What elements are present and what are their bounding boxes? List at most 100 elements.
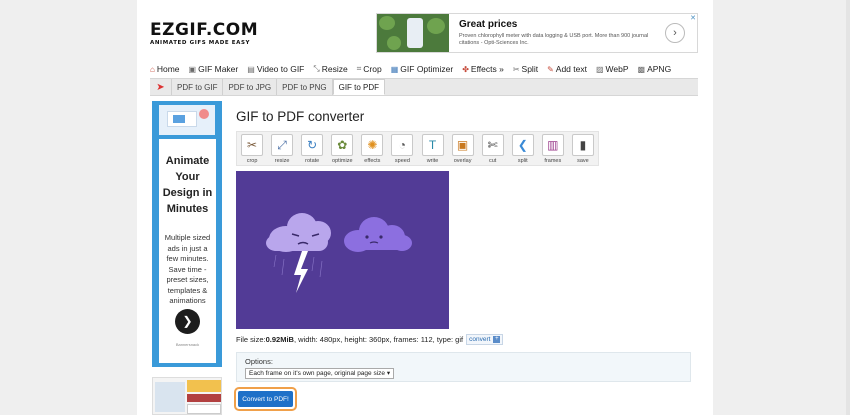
nav-home[interactable]: ⌂ Home <box>150 64 180 74</box>
nav-webp[interactable]: ▨ WebP <box>596 64 629 74</box>
save-tool-icon: ▮ <box>571 134 594 156</box>
side-banner-ad[interactable]: Animate Your Design in Minutes Multiple … <box>152 101 222 367</box>
write-tool-icon: T <box>421 134 444 156</box>
fileinfo-prefix: File size: <box>236 335 266 344</box>
tab-gif-to-pdf[interactable]: GIF to PDF <box>332 79 386 95</box>
tool-bar: ✂ crop ⤢ resize ↻ rotate ✿ optimize ✺ effects ◔ spe… <box>236 131 599 166</box>
tool-effects[interactable]: ✺ effects <box>357 132 387 165</box>
apng-icon: ▩ <box>637 64 646 74</box>
nav-label: Home <box>156 64 180 74</box>
tool-label: split <box>517 158 528 164</box>
options-panel: Options: Each frame on it's own page, or… <box>236 352 691 382</box>
nav-label: Crop <box>363 64 382 74</box>
page-title: GIF to PDF converter <box>236 109 365 124</box>
nav-resize[interactable]: ⤡ Resize <box>313 64 347 74</box>
fileinfo-details: , width: 480px, height: 360px, frames: 1… <box>293 335 464 344</box>
tool-label: speed <box>394 158 410 164</box>
nav-label: Resize <box>321 64 348 74</box>
sub-nav: ➤ PDF to GIF PDF to JPG PDF to PNG GIF to P… <box>150 78 698 96</box>
site-logo[interactable]: EZGIF.COM ANIMATED GIFS MADE EASY <box>150 20 259 47</box>
ad-panel: Animate Your Design in Minutes Multiple … <box>159 139 216 363</box>
tool-speed[interactable]: ◔ speed <box>387 132 417 165</box>
nav-label: Add text <box>555 64 587 74</box>
ad-image <box>377 14 449 52</box>
rotate-tool-icon: ↻ <box>301 134 324 156</box>
nav-label: GIF Maker <box>198 64 239 74</box>
page-size-select[interactable]: Each frame on it's own page, original pa… <box>245 368 395 379</box>
ad-arrow-icon[interactable]: › <box>665 23 685 43</box>
convert-to-pdf-button[interactable]: Convert to PDF! <box>238 391 293 407</box>
tool-label: optimize <box>332 158 353 164</box>
frames-tool-icon: ▥ <box>541 134 564 156</box>
preview-illustration <box>236 171 449 329</box>
tab-pdf-to-jpg[interactable]: PDF to JPG <box>223 79 278 95</box>
resize-icon: ⤡ <box>313 64 320 73</box>
ad-screenshot <box>159 105 215 135</box>
nav-label: APNG <box>647 64 672 74</box>
tool-label: cut <box>488 158 497 164</box>
tool-cut[interactable]: ✄ cut <box>478 132 508 165</box>
plus-icon: + <box>493 336 501 343</box>
tool-resize[interactable]: ⤢ resize <box>267 132 297 165</box>
tool-label: resize <box>274 158 290 164</box>
nav-crop[interactable]: ⌗ Crop <box>357 64 382 74</box>
gif-maker-icon: ▣ <box>188 64 197 74</box>
effects-icon: ✤ <box>462 64 469 74</box>
convert-link[interactable]: convert + <box>466 334 504 345</box>
effects-tool-icon: ✺ <box>361 134 384 156</box>
nav-gif-maker[interactable]: ▣ GIF Maker <box>189 64 239 74</box>
nav-add-text[interactable]: ✎ Add text <box>547 64 587 74</box>
split-tool-icon: ❮ <box>511 134 534 156</box>
nav-video-to-gif[interactable]: ▤ Video to GIF <box>247 64 304 74</box>
video-icon: ▤ <box>247 64 255 74</box>
nav-split[interactable]: ✂ Split <box>513 64 538 74</box>
logo-text: EZGIF.COM <box>150 20 259 40</box>
convert-button-focus-ring: Convert to PDF! <box>234 387 297 411</box>
convert-link-label: convert <box>469 336 491 343</box>
nav-apng[interactable]: ▩ APNG <box>638 64 672 74</box>
ad-brand: Bannersnack <box>175 342 200 347</box>
nav-label: Effects » <box>470 64 504 74</box>
overlay-tool-icon: ▣ <box>451 134 474 156</box>
nav-gif-optimizer[interactable]: ▦ GIF Optimizer <box>391 64 453 74</box>
logo-tagline: ANIMATED GIFS MADE EASY <box>150 40 251 46</box>
tool-split[interactable]: ❮ split <box>508 132 538 165</box>
tool-overlay[interactable]: ▣ overlay <box>448 132 478 165</box>
pdf-pin-icon: ➤ <box>150 79 172 95</box>
options-label: Options: <box>245 357 273 366</box>
second-side-ad[interactable] <box>152 377 222 415</box>
cut-tool-icon: ✄ <box>481 134 504 156</box>
webp-icon: ▨ <box>595 64 604 74</box>
tool-save[interactable]: ▮ save <box>568 132 598 165</box>
ad-next-button[interactable]: ❯ <box>175 309 200 334</box>
resize-tool-icon: ⤢ <box>271 134 294 156</box>
filesize-value: 0.92MiB <box>265 335 294 344</box>
tool-label: write <box>426 158 439 164</box>
tool-label: frames <box>544 158 562 164</box>
speed-tool-icon: ◔ <box>391 134 414 156</box>
tab-pdf-to-gif[interactable]: PDF to GIF <box>172 79 224 95</box>
add-text-icon: ✎ <box>547 64 554 74</box>
tool-label: overlay <box>453 158 472 164</box>
top-banner-ad[interactable]: Great prices Proven chlorophyll meter wi… <box>376 13 698 53</box>
tool-rotate[interactable]: ↻ rotate <box>297 132 327 165</box>
crop-icon: ⌗ <box>356 64 362 73</box>
tool-optimize[interactable]: ✿ optimize <box>327 132 357 165</box>
ad-headline: Animate Your Design in Minutes <box>162 155 213 215</box>
ad-title: Great prices <box>459 19 518 30</box>
tool-frames[interactable]: ▥ frames <box>538 132 568 165</box>
tool-label: crop <box>246 158 258 164</box>
tool-crop[interactable]: ✂ crop <box>237 132 267 165</box>
nav-label: WebP <box>605 64 629 74</box>
optimize-tool-icon: ✿ <box>331 134 354 156</box>
ad-text: Proven chlorophyll meter with data loggi… <box>459 33 649 46</box>
home-icon: ⌂ <box>150 64 155 74</box>
tool-write[interactable]: Twrite <box>417 132 447 165</box>
nav-label: GIF Optimizer <box>400 64 454 74</box>
tab-pdf-to-png[interactable]: PDF to PNG <box>277 79 333 95</box>
ad-close-icon[interactable]: ✕ <box>690 14 696 22</box>
nav-effects[interactable]: ✤ Effects » <box>462 64 504 74</box>
page-scrollbar[interactable] <box>846 0 850 415</box>
tool-label: save <box>577 158 589 164</box>
gif-preview <box>236 171 449 329</box>
